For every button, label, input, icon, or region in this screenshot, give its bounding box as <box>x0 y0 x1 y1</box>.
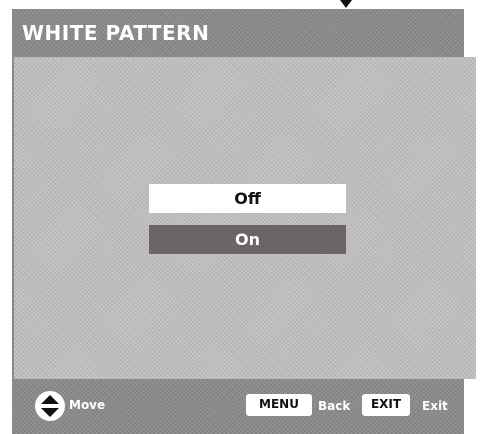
move-label: Move <box>69 398 106 412</box>
option-off[interactable]: Off <box>149 184 346 213</box>
menu-title: WHITE PATTERN <box>22 21 210 45</box>
option-on[interactable]: On <box>149 225 346 254</box>
back-label: Back <box>318 399 351 413</box>
exit-label: Exit <box>422 399 448 413</box>
exit-key-button[interactable]: EXIT <box>362 394 410 416</box>
up-down-arrows-icon <box>35 391 65 421</box>
down-arrow-icon <box>340 0 352 8</box>
options-panel <box>14 57 476 379</box>
footer-bar: Move MENU Back EXIT Exit <box>22 388 462 424</box>
menu-key-button[interactable]: MENU <box>246 394 312 416</box>
